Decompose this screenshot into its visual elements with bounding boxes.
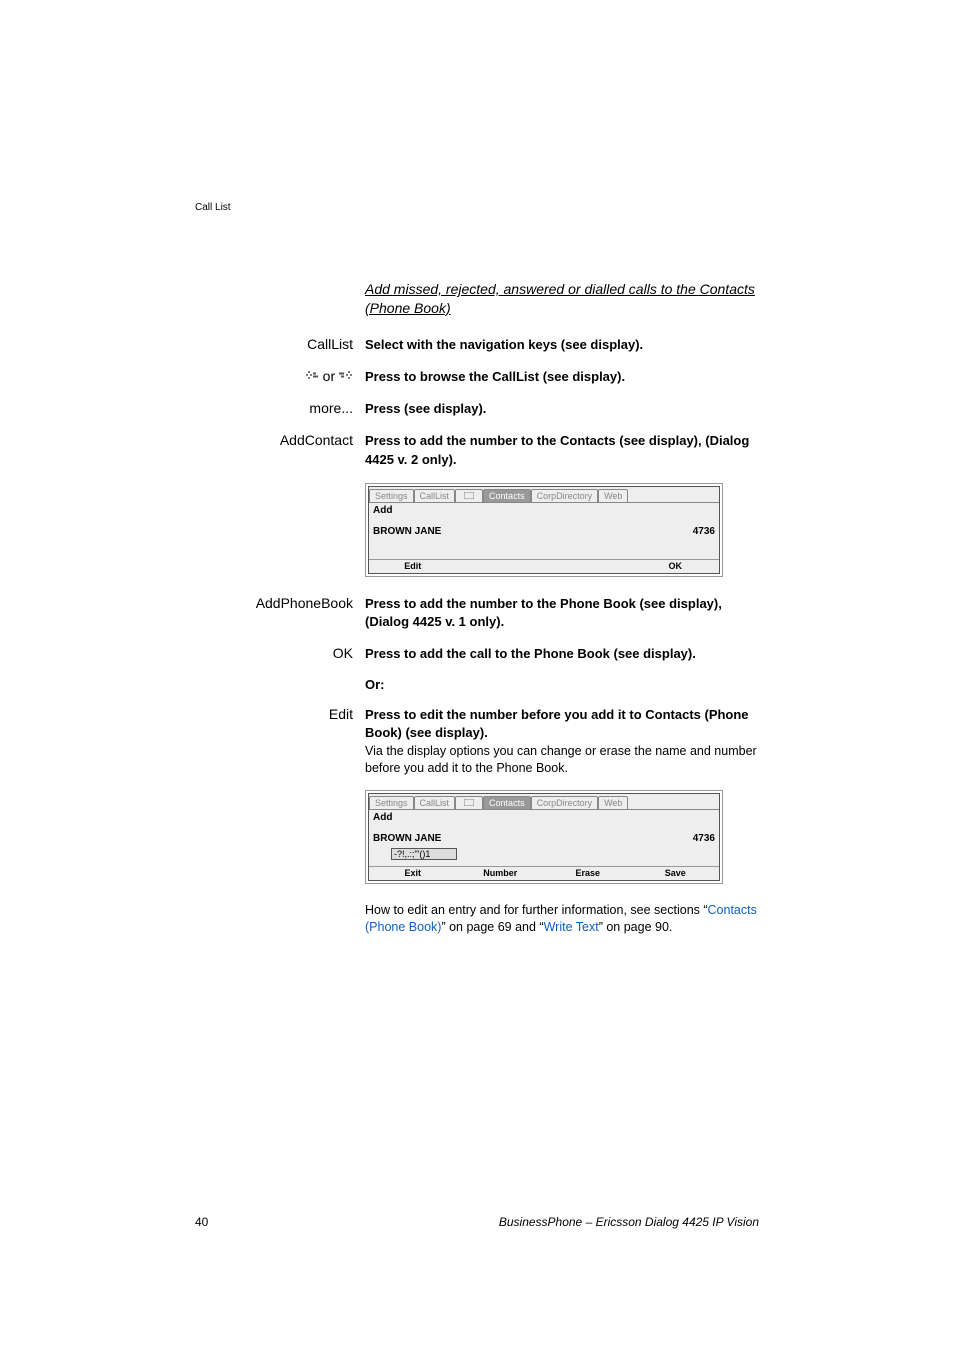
label-addcontact: AddContact xyxy=(195,432,353,448)
tab2-contacts: Contacts xyxy=(483,796,531,809)
instruction-addphonebook: Press to add the number to the Phone Boo… xyxy=(365,595,759,631)
instruction-ok: Press to add the call to the Phone Book … xyxy=(365,645,759,663)
subsection-title: Add missed, rejected, answered or dialle… xyxy=(365,280,759,318)
tab-message-icon xyxy=(455,489,483,502)
phone-display-2: Settings CallList Contacts CorpDirectory… xyxy=(365,790,723,884)
label-addphonebook: AddPhoneBook xyxy=(195,595,353,611)
closing-mid: ” on page 69 and “ xyxy=(441,920,543,934)
link-write-text[interactable]: Write Text xyxy=(544,920,599,934)
tab-settings: Settings xyxy=(369,489,414,502)
softkey-erase: Erase xyxy=(544,868,632,878)
instruction-edit: Press to edit the number before you add … xyxy=(365,706,759,742)
label-ok: OK xyxy=(195,645,353,661)
section-header: Call List xyxy=(195,202,231,213)
softkey-save: Save xyxy=(632,868,720,878)
instruction-edit-desc: Via the display options you can change o… xyxy=(365,743,759,777)
softkey-ok: OK xyxy=(632,561,720,571)
nav-up-icon xyxy=(339,369,353,381)
label-browse-sep: or xyxy=(323,368,339,384)
softkey-edit: Edit xyxy=(369,561,457,571)
phone-display-1: Settings CallList Contacts CorpDirectory… xyxy=(365,483,723,577)
display1-tabs: Settings CallList Contacts CorpDirectory… xyxy=(369,487,719,503)
page-number: 40 xyxy=(195,1215,208,1229)
envelope-icon xyxy=(464,799,474,806)
display1-name: BROWN JANE xyxy=(373,526,441,537)
nav-down-icon xyxy=(305,369,319,381)
display2-number: 4736 xyxy=(693,833,715,844)
instruction-browse: Press to browse the CallList (see displa… xyxy=(365,368,759,386)
label-edit: Edit xyxy=(195,706,353,722)
envelope-icon xyxy=(464,492,474,499)
label-more: more... xyxy=(195,400,353,416)
softkey-number: Number xyxy=(457,868,545,878)
label-calllist: CallList xyxy=(195,336,353,352)
tab2-settings: Settings xyxy=(369,796,414,809)
closing-paragraph: How to edit an entry and for further inf… xyxy=(365,902,759,936)
tab-calllist: CallList xyxy=(414,489,456,502)
display2-name: BROWN JANE xyxy=(373,833,441,844)
instruction-more: Press (see display). xyxy=(365,400,759,418)
display1-title: Add xyxy=(373,505,715,516)
tab-contacts: Contacts xyxy=(483,489,531,502)
display2-tabs: Settings CallList Contacts CorpDirectory… xyxy=(369,794,719,810)
tab-web: Web xyxy=(598,489,628,502)
tab-corpdirectory: CorpDirectory xyxy=(531,489,599,502)
label-browse-icons: or xyxy=(195,368,353,384)
instruction-calllist: Select with the navigation keys (see dis… xyxy=(365,336,759,354)
instruction-addcontact: Press to add the number to the Contacts … xyxy=(365,432,759,468)
closing-prefix: How to edit an entry and for further inf… xyxy=(365,903,708,917)
display1-number: 4736 xyxy=(693,526,715,537)
tab2-corpdirectory: CorpDirectory xyxy=(531,796,599,809)
softkey-exit: Exit xyxy=(369,868,457,878)
closing-suffix: ” on page 90. xyxy=(599,920,673,934)
tab2-web: Web xyxy=(598,796,628,809)
footer-title: BusinessPhone – Ericsson Dialog 4425 IP … xyxy=(499,1215,759,1229)
tab2-calllist: CallList xyxy=(414,796,456,809)
tab2-message-icon xyxy=(455,796,483,809)
display2-title: Add xyxy=(373,812,715,823)
display2-input-hint: -?!,.:;"'()1 xyxy=(391,848,457,860)
or-separator: Or: xyxy=(365,677,759,692)
